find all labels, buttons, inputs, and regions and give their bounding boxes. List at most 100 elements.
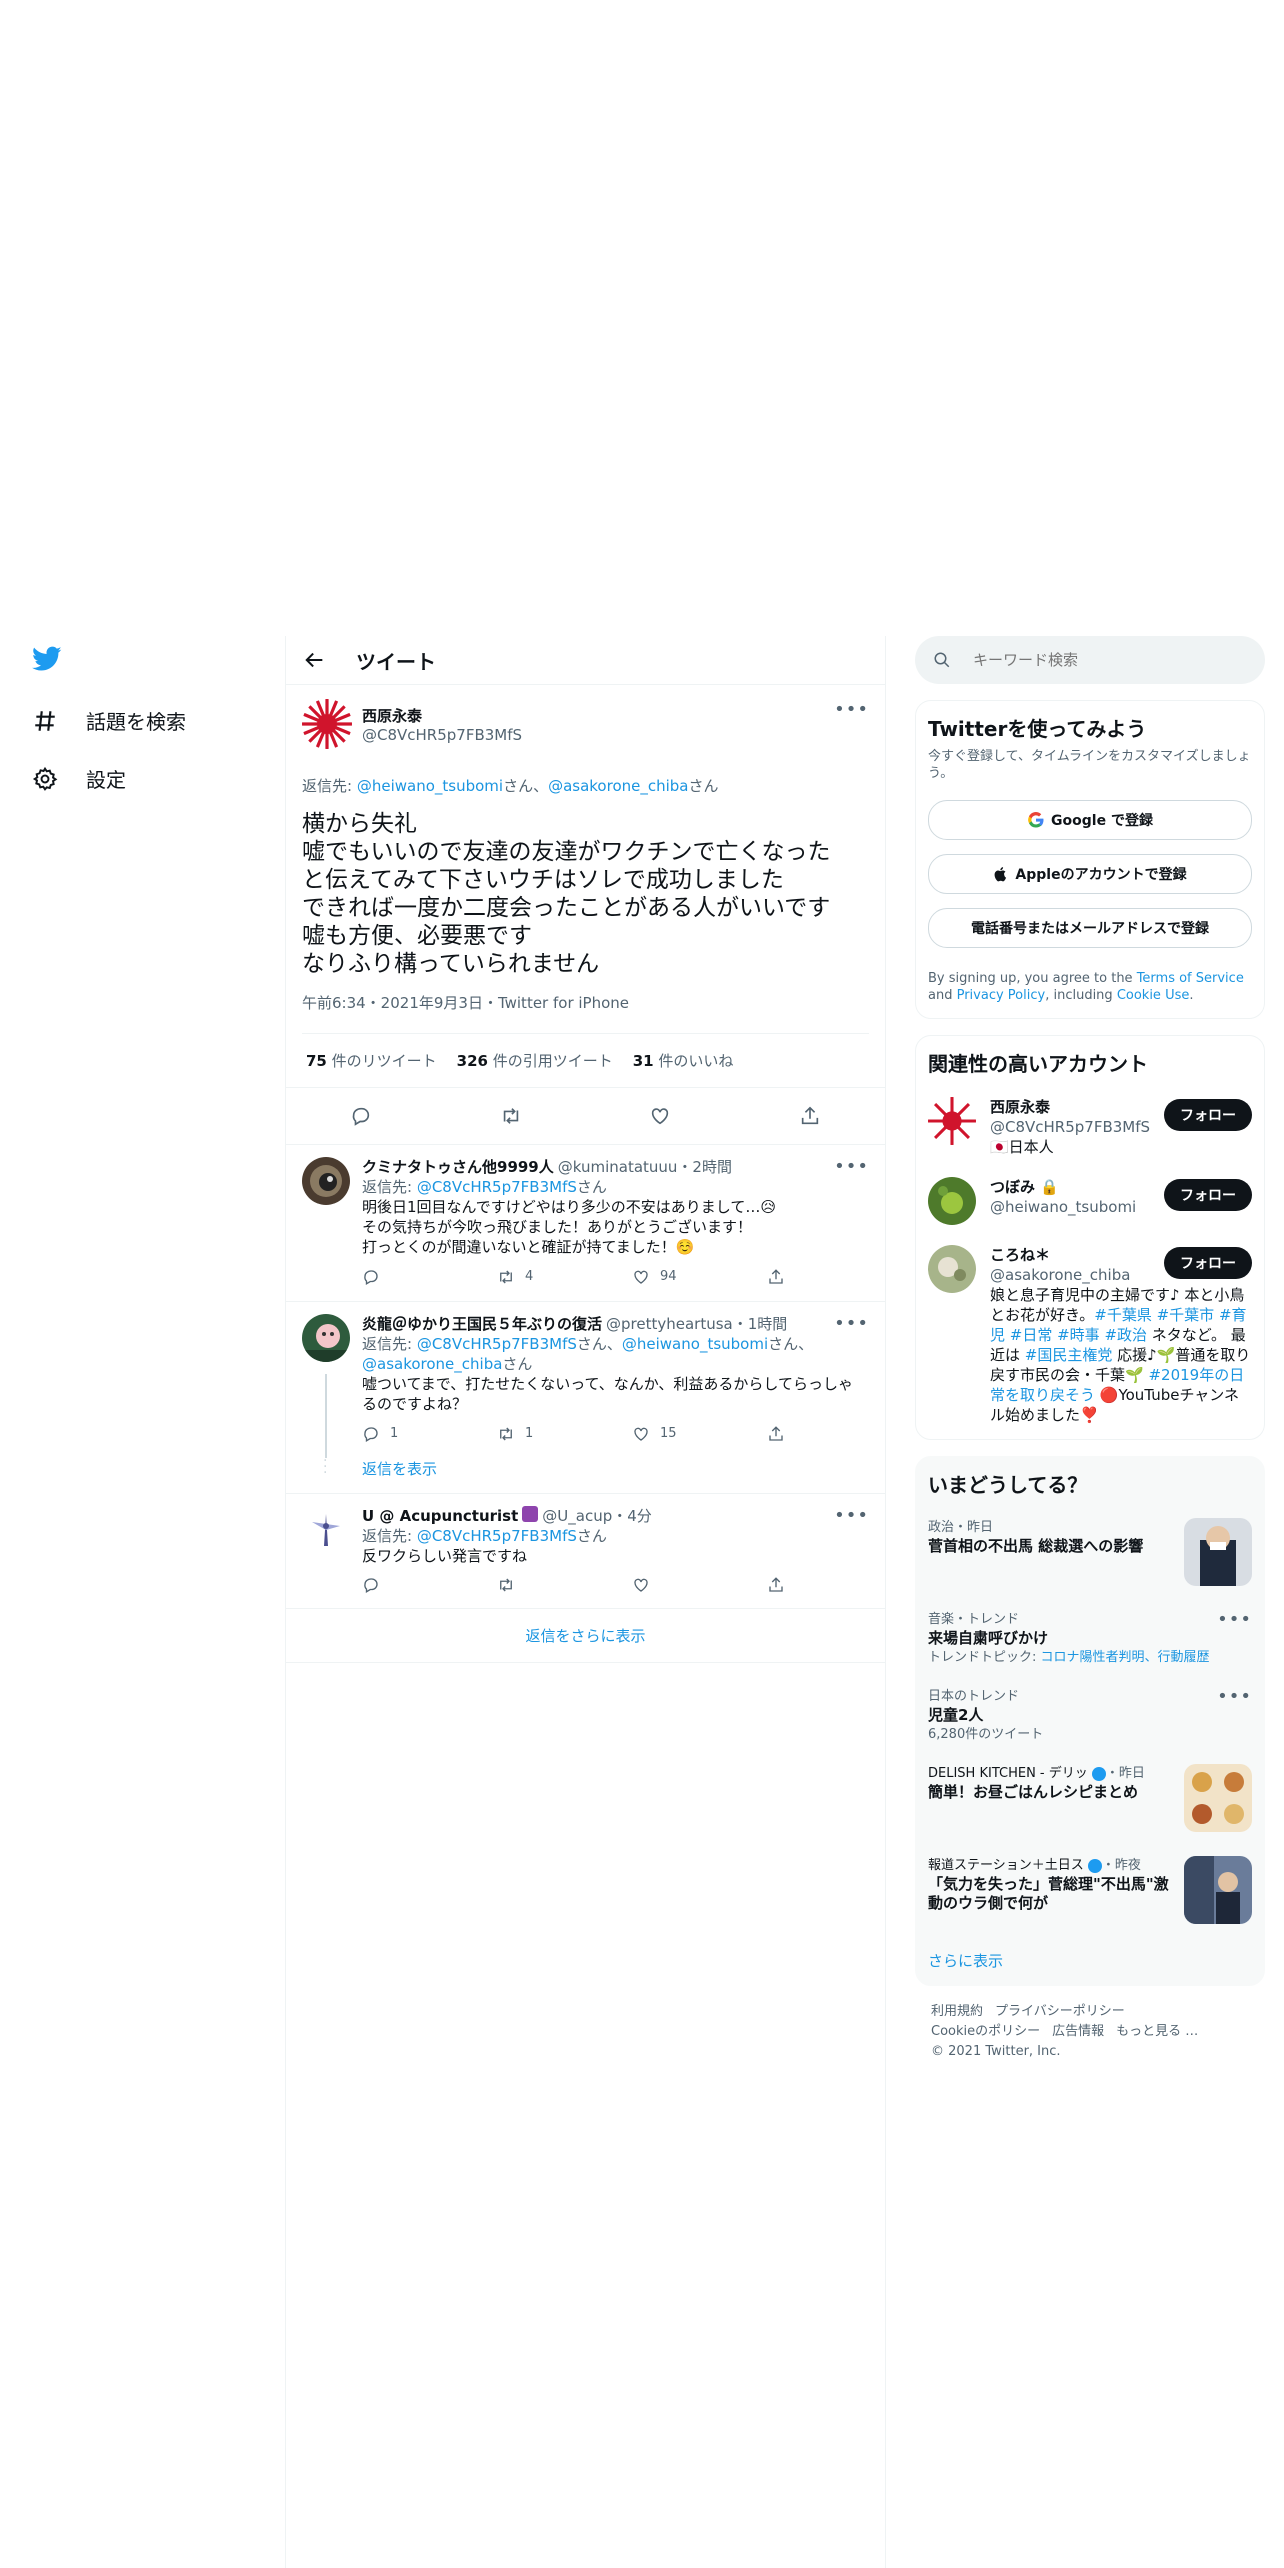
mention-link[interactable]: @C8VcHR5p7FB3MfS — [417, 1527, 577, 1545]
like-action[interactable]: 15 — [632, 1424, 767, 1444]
reply-action[interactable] — [362, 1576, 497, 1594]
footer-terms-link[interactable]: 利用規約 — [931, 2004, 983, 2019]
more-options-icon[interactable]: ••• — [834, 1157, 869, 1177]
cookie-use-link[interactable]: Cookie Use — [1117, 988, 1190, 1003]
trend-item[interactable]: DELISH KITCHEN - デリッ ・昨日 簡単！お昼ごはんレシピまとめ — [928, 1764, 1252, 1836]
trend-item[interactable]: 日本のトレンド 児童2人 6,280件のツイート ••• — [928, 1687, 1252, 1744]
back-arrow-icon[interactable] — [304, 649, 326, 671]
verified-icon — [1091, 1766, 1106, 1781]
reply-tweet[interactable]: クミナタトゥさん他9999人 @kuminatatuuu・2時間 ••• 返信先:… — [286, 1145, 885, 1302]
quotes-stat[interactable]: 326 件の引用ツイート — [457, 1050, 613, 1071]
retweets-stat[interactable]: 75 件のリツイート — [306, 1050, 437, 1071]
share-action[interactable] — [767, 1267, 902, 1287]
retweet-icon[interactable] — [500, 1105, 522, 1127]
like-icon[interactable] — [649, 1105, 671, 1127]
mention-link[interactable]: @heiwano_tsubomi — [357, 777, 503, 795]
apple-signup-button[interactable]: Appleのアカウントで登録 — [928, 854, 1252, 894]
trends-card: いまどうしてる？ 政治・昨日 菅首相の不出馬 総裁選への影響 音楽・トレンド 来… — [915, 1456, 1265, 1986]
trend-item[interactable]: 政治・昨日 菅首相の不出馬 総裁選への影響 — [928, 1518, 1252, 1590]
footer-cookie-link[interactable]: Cookieのポリシー — [931, 2024, 1040, 2039]
reply-author-name[interactable]: U @ Acupuncturist — [362, 1506, 518, 1526]
reply-icon — [362, 1425, 380, 1443]
avatar[interactable] — [302, 1314, 350, 1362]
follow-button[interactable]: フォロー — [1164, 1099, 1252, 1131]
author-handle[interactable]: @C8VcHR5p7FB3MfS — [362, 726, 522, 744]
nav-explore[interactable]: 話題を検索 — [32, 706, 186, 735]
main-header: ツイート — [286, 636, 885, 685]
show-more-trends-link[interactable]: さらに表示 — [928, 1952, 1252, 1971]
hashtag-link[interactable]: #国民主権党 — [1025, 1346, 1113, 1364]
reply-author-name[interactable]: クミナタトゥさん他9999人 — [362, 1157, 554, 1177]
follow-button[interactable]: フォロー — [1164, 1247, 1252, 1279]
reply-to-sep: さん、 — [768, 1335, 814, 1353]
share-icon[interactable] — [799, 1105, 821, 1127]
trend-item[interactable]: 音楽・トレンド 来場自粛呼びかけ トレンドトピック: コロナ陽性者判明、行動履歴… — [928, 1610, 1252, 1667]
thread-dots: · · · — [323, 1453, 328, 1481]
share-action[interactable] — [767, 1576, 902, 1594]
like-action[interactable]: 94 — [632, 1267, 767, 1287]
author-name[interactable]: 西原永泰 — [362, 705, 522, 726]
retweets-label: 件のリツイート — [326, 1052, 437, 1070]
mention-link[interactable]: @asakorone_chiba — [362, 1355, 502, 1373]
follow-button[interactable]: フォロー — [1164, 1179, 1252, 1211]
likes-stat[interactable]: 31 件のいいね — [633, 1050, 734, 1071]
retweet-action[interactable] — [497, 1576, 632, 1594]
mention-link[interactable]: @C8VcHR5p7FB3MfS — [417, 1335, 577, 1353]
related-account[interactable]: ころね＊ @asakorone_chiba 娘と息子育児中の主婦です♪ 本と小鳥… — [928, 1245, 1252, 1425]
trend-topic-link[interactable]: コロナ陽性者判明、行動履歴 — [1041, 1650, 1210, 1665]
footer-ads-link[interactable]: 広告情報 — [1052, 2024, 1104, 2039]
nav-settings[interactable]: 設定 — [32, 764, 126, 793]
terms-text: and — [928, 988, 957, 1003]
mention-link[interactable]: @heiwano_tsubomi — [622, 1335, 768, 1353]
tweet-timestamp[interactable]: 午前6:34・2021年9月3日・Twitter for iPhone — [302, 992, 869, 1034]
avatar[interactable] — [302, 1506, 350, 1554]
reply-actions: 1 1 15 — [362, 1424, 902, 1444]
footer-privacy-link[interactable]: プライバシーポリシー — [995, 2004, 1125, 2019]
share-action[interactable] — [767, 1424, 902, 1444]
tweet-actions — [286, 1088, 885, 1145]
reply-tweet[interactable]: 炎龍＠ゆかり王国民５年ぶりの復活 @prettyheartusa・1時間 ••• … — [286, 1302, 885, 1458]
reply-action[interactable] — [362, 1267, 497, 1287]
reply-author-handle[interactable]: @U_acup・4分 — [542, 1506, 652, 1526]
mention-link[interactable]: @C8VcHR5p7FB3MfS — [417, 1178, 577, 1196]
show-replies-link[interactable]: · · · 返信を表示 — [286, 1453, 885, 1494]
footer: 利用規約 プライバシーポリシー Cookieのポリシー 広告情報 もっと見る … © … — [915, 1986, 1265, 2078]
more-options-icon[interactable]: ••• — [834, 699, 869, 720]
related-account[interactable]: 西原永泰 @C8VcHR5p7FB3MfS 🇯🇵日本人 フォロー — [928, 1097, 1252, 1157]
avatar[interactable] — [302, 699, 352, 749]
like-action[interactable] — [632, 1576, 767, 1594]
reply-author-handle[interactable]: @kuminatatuuu・2時間 — [558, 1157, 732, 1177]
avatar[interactable] — [928, 1245, 976, 1293]
more-options-icon[interactable]: ••• — [1217, 1687, 1252, 1706]
avatar[interactable] — [928, 1097, 976, 1145]
reply-author-handle[interactable]: @prettyheartusa・1時間 — [606, 1314, 787, 1334]
avatar[interactable] — [928, 1177, 976, 1225]
trend-time: ・昨夜 — [1101, 1858, 1141, 1873]
phone-email-signup-button[interactable]: 電話番号またはメールアドレスで登録 — [928, 908, 1252, 948]
google-icon — [1027, 811, 1045, 829]
twitter-logo-icon[interactable] — [32, 646, 62, 672]
reply-icon[interactable] — [350, 1105, 372, 1127]
retweet-action[interactable]: 1 — [497, 1424, 632, 1444]
search-bar[interactable] — [915, 636, 1265, 684]
trend-context: 日本のトレンド — [928, 1689, 1020, 1704]
more-options-icon[interactable]: ••• — [834, 1506, 869, 1526]
more-options-icon[interactable]: ••• — [1217, 1610, 1252, 1629]
reply-tweet[interactable]: U @ Acupuncturist @U_acup・4分 ••• 返信先: @C8… — [286, 1494, 885, 1609]
footer-more-link[interactable]: もっと見る … — [1116, 2024, 1198, 2039]
reply-author-name[interactable]: 炎龍＠ゆかり王国民５年ぶりの復活 — [362, 1314, 602, 1334]
avatar[interactable] — [302, 1157, 350, 1205]
trend-item[interactable]: 報道ステーション＋土日ス ・昨夜 「気力を失った」菅総理"不出馬"激動のウラ側で… — [928, 1856, 1252, 1928]
more-options-icon[interactable]: ••• — [834, 1314, 869, 1334]
related-account[interactable]: つぼみ 🔒 @heiwano_tsubomi フォロー — [928, 1177, 1252, 1225]
retweet-action[interactable]: 4 — [497, 1267, 632, 1287]
mention-link[interactable]: @asakorone_chiba — [548, 777, 688, 795]
reply-to: 返信先: @C8VcHR5p7FB3MfSさん — [362, 1177, 902, 1197]
privacy-policy-link[interactable]: Privacy Policy — [957, 988, 1046, 1003]
terms-of-service-link[interactable]: Terms of Service — [1137, 971, 1244, 986]
reply-action[interactable]: 1 — [362, 1424, 497, 1444]
google-signup-button[interactable]: Google で登録 — [928, 800, 1252, 840]
search-input[interactable] — [971, 650, 1225, 670]
trend-source: 報道ステーション＋土日ス — [928, 1858, 1084, 1873]
more-replies-button[interactable]: 返信をさらに表示 — [286, 1609, 885, 1663]
